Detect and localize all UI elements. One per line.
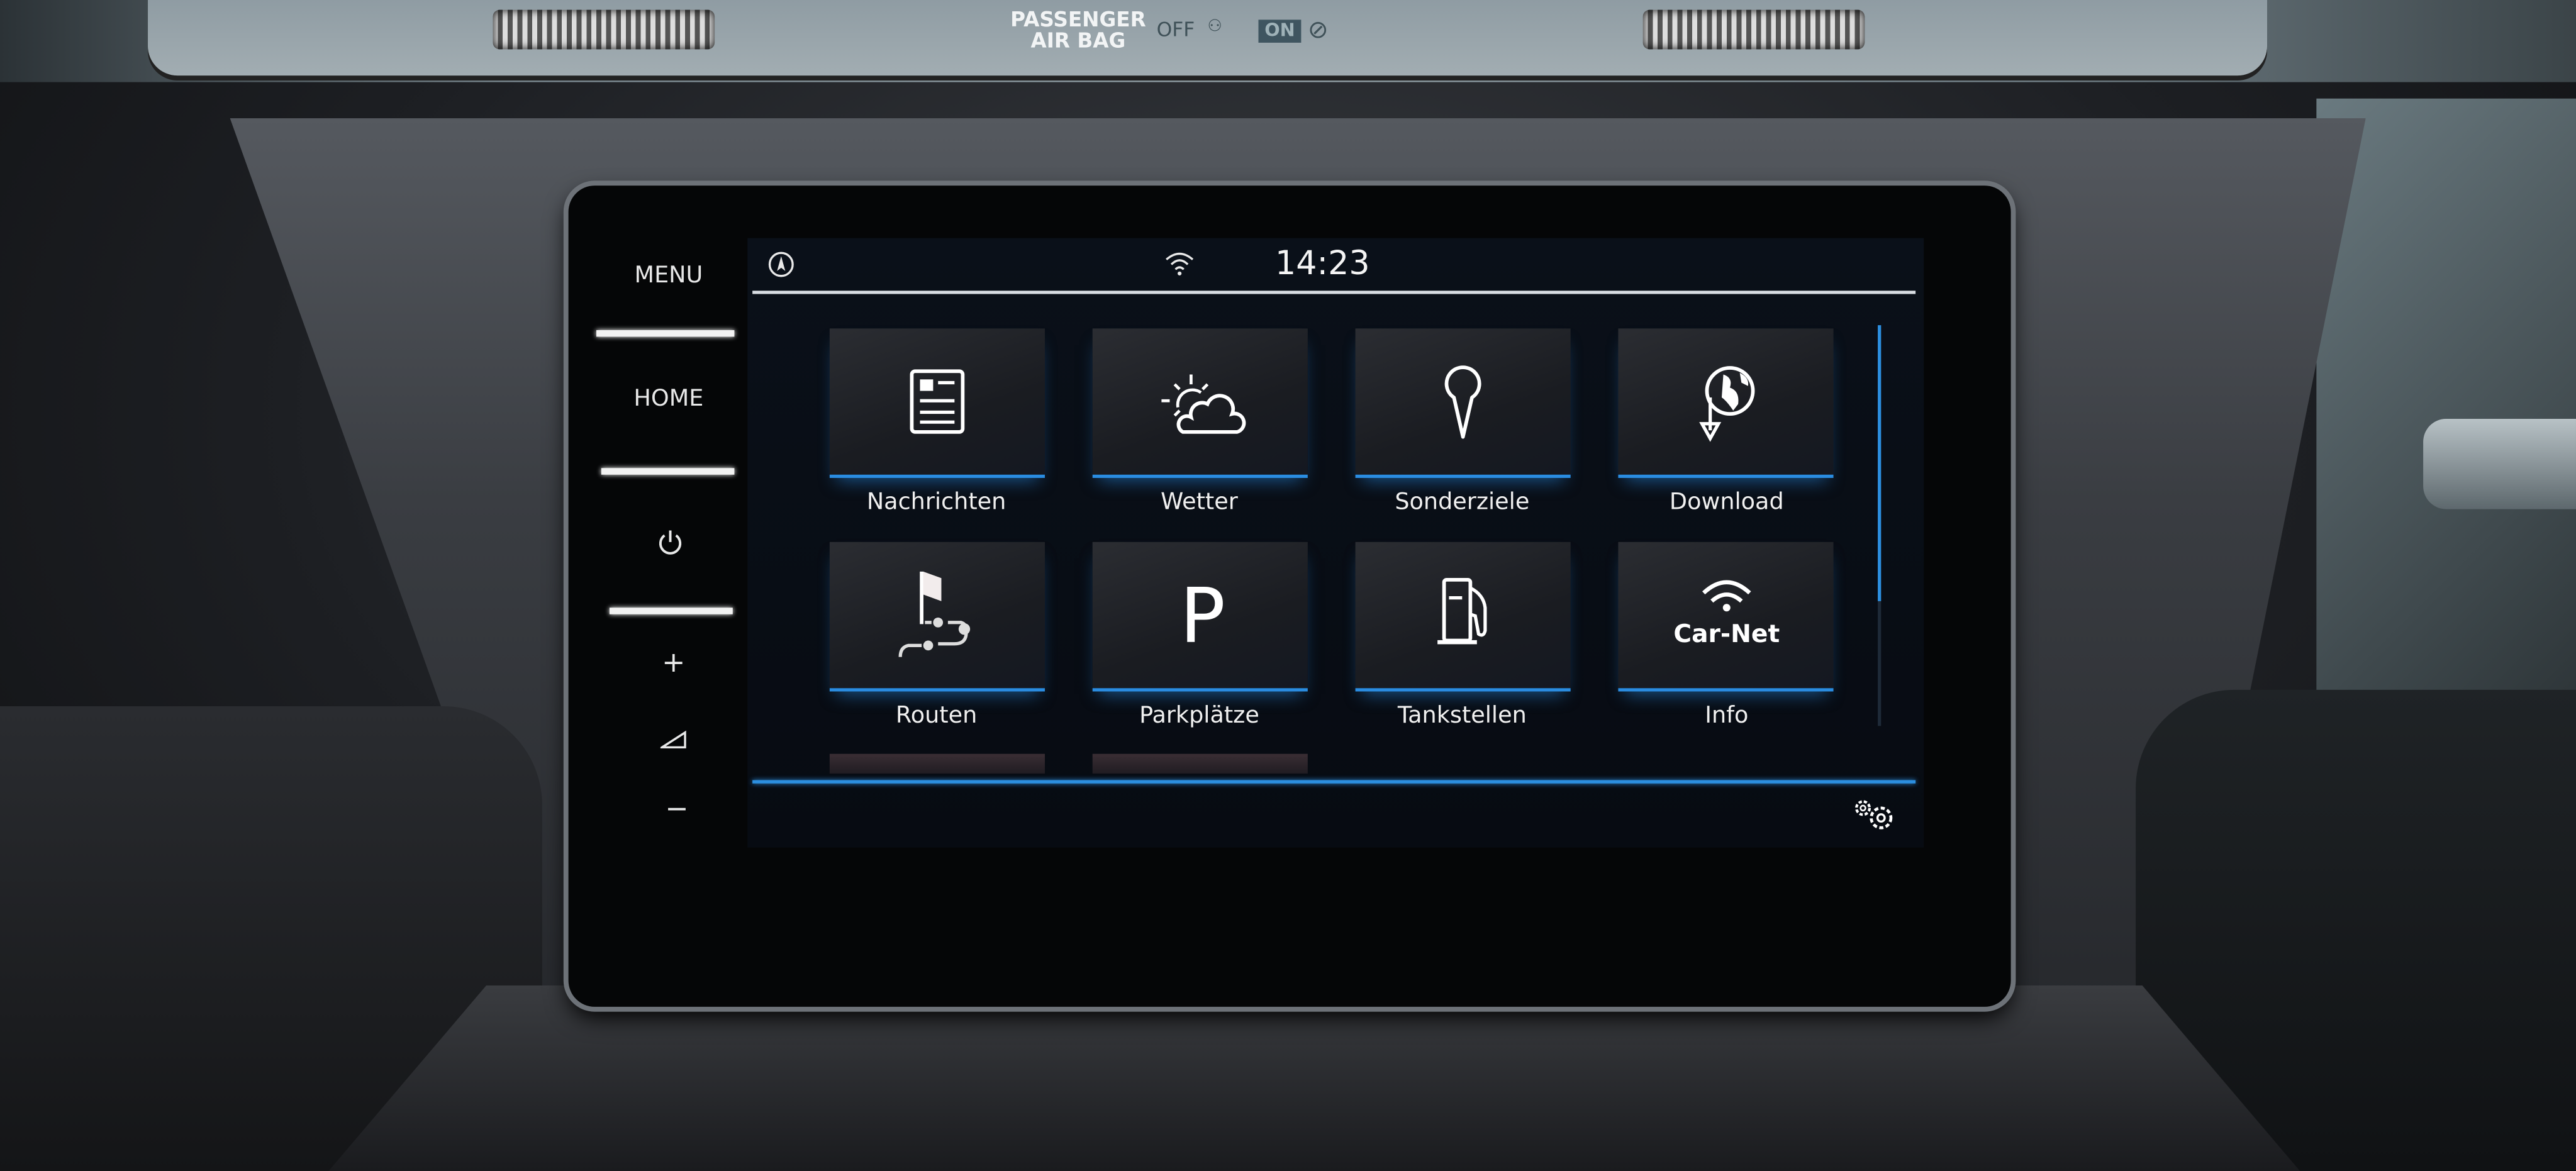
tile-download[interactable] (1618, 328, 1834, 478)
menu-button[interactable]: MENU (620, 263, 718, 289)
clock: 14:23 (1275, 243, 1370, 283)
power-icon[interactable] (657, 527, 684, 557)
globe-download-icon (1699, 366, 1755, 442)
route-flag-icon (898, 571, 971, 657)
airbag-off-label: OFF (1156, 18, 1195, 42)
footer-divider (752, 780, 1916, 783)
tile-label: Sonderziele (1395, 489, 1530, 516)
car-net-icon: Car-Net (1673, 580, 1780, 648)
tile-label: Routen (895, 702, 978, 730)
airbag-on-label: ON (1258, 19, 1302, 43)
child-seat-icon: ⚇ (1207, 18, 1222, 36)
compass-icon[interactable] (767, 250, 795, 279)
news-icon (910, 369, 965, 434)
svg-text:Car-Net: Car-Net (1673, 620, 1780, 648)
air-vent-right[interactable] (1642, 9, 1865, 50)
volume-icon (658, 724, 687, 748)
airbag-label-line2: AIR BAG (1030, 28, 1126, 53)
parking-icon: P (1179, 572, 1225, 660)
map-pin-icon (1444, 365, 1481, 439)
tile-label: Download (1669, 489, 1784, 516)
weather-icon (1161, 374, 1246, 434)
settings-gears-icon[interactable] (1850, 797, 1899, 833)
wifi-icon (1163, 250, 1196, 276)
console-shelf (328, 985, 2300, 1171)
home-button[interactable]: HOME (620, 386, 718, 413)
car-interior: PASSENGER AIR BAG OFF ⚇ ON ⊘ MENU HOME +… (0, 0, 2576, 1171)
airbag-indicator: PASSENGER AIR BAG (1010, 8, 1146, 51)
tile-label: Parkplätze (1139, 702, 1259, 730)
no-child-seat-icon: ⊘ (1307, 14, 1329, 45)
divider (596, 330, 735, 337)
door-handle (2423, 418, 2576, 509)
volume-down-button[interactable]: − (661, 793, 693, 826)
divider (601, 468, 735, 475)
tile-label: Nachrichten (866, 489, 1006, 516)
airbag-label-line1: PASSENGER (1010, 6, 1146, 31)
air-vent-left[interactable] (493, 9, 715, 50)
tile-partial[interactable] (829, 753, 1045, 774)
status-divider (752, 291, 1916, 294)
tile-label: Info (1705, 702, 1749, 730)
volume-up-button[interactable]: + (657, 647, 690, 680)
fuel-pump-icon (1437, 578, 1487, 645)
tile-partial[interactable] (1092, 753, 1308, 774)
svg-text:P: P (1179, 572, 1225, 660)
tile-routen[interactable] (829, 541, 1045, 692)
tile-sonderziele[interactable] (1355, 328, 1571, 478)
tile-parkplaetze[interactable]: P (1092, 541, 1308, 692)
tile-tankstellen[interactable] (1355, 541, 1571, 692)
tile-label: Tankstellen (1397, 702, 1527, 730)
scrollbar-thumb[interactable] (1878, 325, 1882, 601)
tile-info[interactable]: Car-Net (1618, 541, 1834, 692)
tile-nachrichten[interactable] (829, 328, 1045, 478)
dashboard-trim (148, 0, 2268, 76)
tile-wetter[interactable] (1092, 328, 1308, 478)
divider (609, 608, 733, 614)
tile-label: Wetter (1161, 489, 1238, 516)
